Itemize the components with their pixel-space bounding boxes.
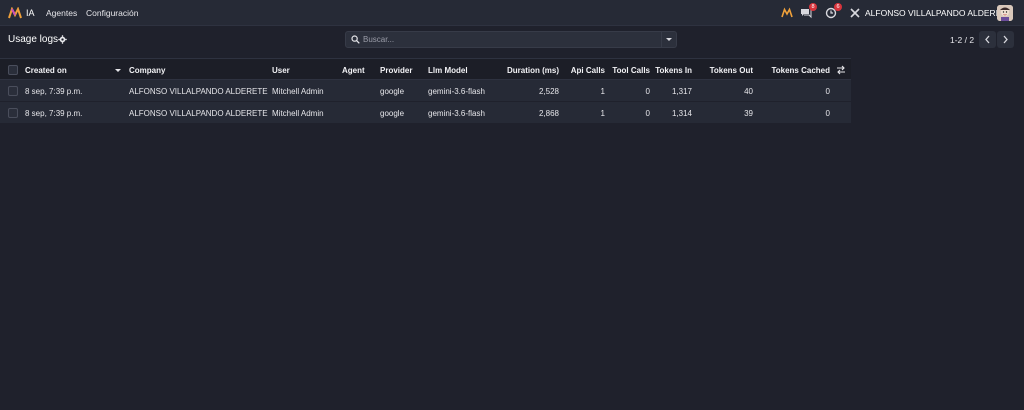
col-tokens-in[interactable]: Tokens In [655, 66, 692, 75]
page-title[interactable]: Usage logs [8, 34, 58, 45]
col-agent[interactable]: Agent [342, 66, 365, 75]
sort-desc-icon [115, 69, 121, 72]
activities-badge: 6 [834, 3, 842, 11]
menu-configuracion[interactable]: Configuración [86, 8, 138, 18]
chevron-right-icon [1003, 35, 1008, 44]
col-api-calls[interactable]: Api Calls [571, 66, 605, 75]
top-navbar: IA Agentes Configuración 8 6 ALFONSO VIL… [0, 0, 1024, 26]
search-input[interactable] [363, 32, 653, 47]
pager-next-button[interactable] [997, 31, 1014, 48]
cell-tokens-cached: 0 [825, 109, 830, 118]
cell-tokens-in: 1,317 [671, 87, 692, 96]
optional-columns-icon[interactable] [836, 65, 846, 75]
search-box [345, 31, 662, 48]
chevron-left-icon [985, 35, 990, 44]
cell-user: Mitchell Admin [272, 109, 324, 118]
row-checkbox[interactable] [8, 86, 18, 96]
select-all-checkbox[interactable] [8, 65, 18, 75]
col-created-on[interactable]: Created on [25, 66, 67, 75]
cell-llm-model: gemini-3.6-flash [428, 109, 485, 118]
cell-user: Mitchell Admin [272, 87, 324, 96]
table-row[interactable]: 8 sep, 7:39 p.m. ALFONSO VILLALPANDO ALD… [0, 102, 851, 124]
tools-icon[interactable] [849, 7, 861, 19]
cell-tokens-in: 1,314 [671, 109, 692, 118]
cell-company: ALFONSO VILLALPANDO ALDERETE [129, 109, 268, 118]
table-row[interactable]: 8 sep, 7:39 p.m. ALFONSO VILLALPANDO ALD… [0, 80, 851, 102]
col-tool-calls[interactable]: Tool Calls [612, 66, 650, 75]
cell-api-calls: 1 [600, 109, 605, 118]
pager-value[interactable]: 1-2 / 2 [950, 35, 974, 45]
search-options-toggle[interactable] [662, 31, 677, 48]
cell-provider: google [380, 87, 405, 96]
usage-logs-table: Created on Company User Agent Provider L… [0, 58, 851, 124]
messages-badge: 8 [809, 3, 817, 11]
cell-created-on: 8 sep, 7:39 p.m. [25, 109, 83, 118]
app-logo-icon[interactable] [8, 7, 22, 19]
app-name[interactable]: IA [26, 8, 35, 18]
row-checkbox[interactable] [8, 108, 18, 118]
user-menu-name[interactable]: ALFONSO VILLALPANDO ALDERETE [865, 8, 1012, 18]
cell-created-on: 8 sep, 7:39 p.m. [25, 87, 83, 96]
ai-assistant-icon[interactable] [781, 7, 793, 19]
col-tokens-out[interactable]: Tokens Out [710, 66, 753, 75]
search-icon [351, 35, 360, 44]
col-provider[interactable]: Provider [380, 66, 412, 75]
cell-tokens-out: 40 [744, 87, 753, 96]
cell-api-calls: 1 [600, 87, 605, 96]
col-tokens-cached[interactable]: Tokens Cached [771, 66, 830, 75]
gear-icon[interactable] [58, 35, 67, 44]
cell-tokens-out: 39 [744, 109, 753, 118]
pager-previous-button[interactable] [979, 31, 996, 48]
cell-tool-calls: 0 [645, 87, 650, 96]
cell-duration: 2,528 [538, 87, 559, 96]
col-user[interactable]: User [272, 66, 290, 75]
messages-icon[interactable]: 8 [800, 3, 817, 19]
col-llm-model[interactable]: Llm Model [428, 66, 468, 75]
avatar[interactable] [997, 5, 1013, 21]
cell-company: ALFONSO VILLALPANDO ALDERETE [129, 87, 268, 96]
menu-agentes[interactable]: Agentes [46, 8, 77, 18]
col-duration[interactable]: Duration (ms) [507, 66, 559, 75]
activities-clock-icon[interactable]: 6 [825, 3, 842, 19]
col-company[interactable]: Company [129, 66, 165, 75]
cell-llm-model: gemini-3.6-flash [428, 87, 485, 96]
cell-provider: google [380, 109, 405, 118]
cell-duration: 2,868 [538, 109, 559, 118]
table-header: Created on Company User Agent Provider L… [0, 58, 851, 80]
cell-tool-calls: 0 [645, 109, 650, 118]
cell-tokens-cached: 0 [825, 87, 830, 96]
